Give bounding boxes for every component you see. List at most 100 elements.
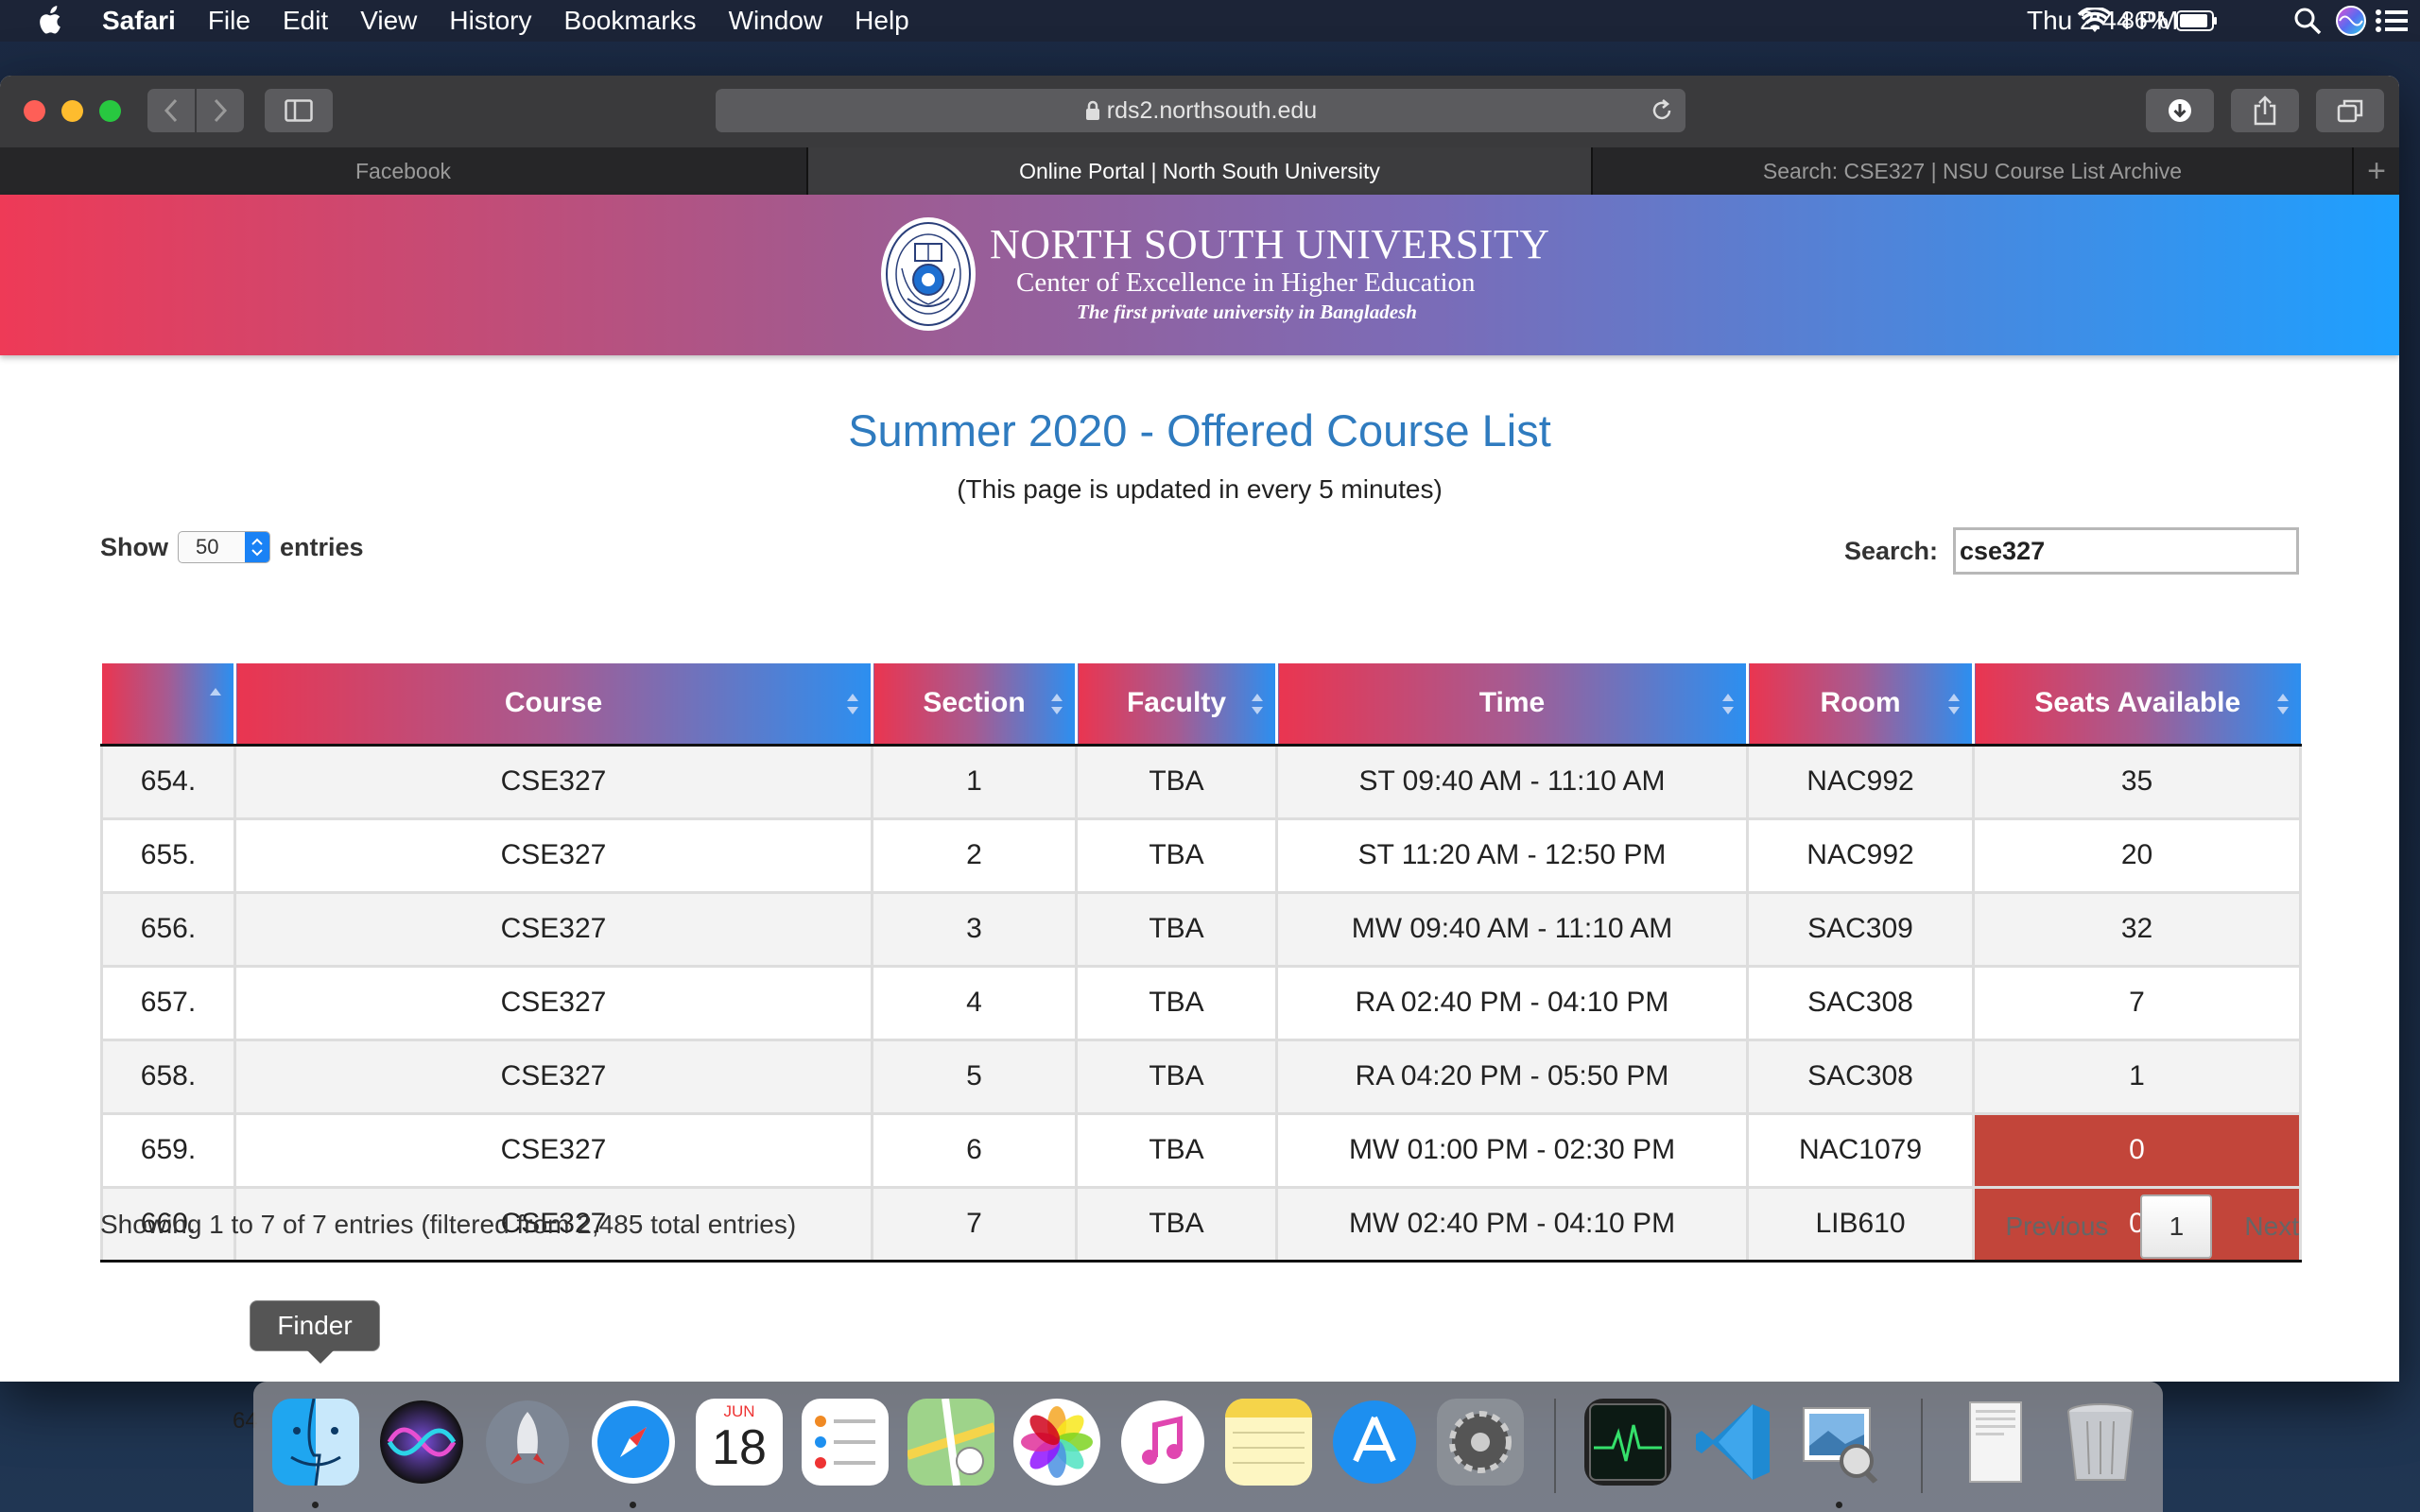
- sort-icon: [1722, 694, 1734, 714]
- preview-icon[interactable]: [1796, 1399, 1883, 1486]
- chevron-left-icon: [164, 98, 178, 123]
- reminders-icon[interactable]: [802, 1399, 889, 1486]
- table-search: Search:: [1844, 527, 2299, 575]
- trash-icon[interactable]: [2057, 1399, 2144, 1486]
- tab-facebook[interactable]: Facebook: [0, 147, 808, 195]
- tab-course-archive[interactable]: Search: CSE327 | NSU Course List Archive: [1593, 147, 2354, 195]
- section-cell: 5: [872, 1040, 1078, 1115]
- room-cell: NAC992: [1747, 818, 1975, 894]
- finder-icon[interactable]: [272, 1399, 359, 1486]
- page-number-button[interactable]: 1: [2140, 1194, 2213, 1259]
- faculty-cell: TBA: [1076, 1187, 1278, 1263]
- minimize-window-button[interactable]: [61, 100, 83, 122]
- address-bar[interactable]: rds2.northsouth.edu: [716, 89, 1685, 132]
- seats-cell: 32: [1973, 892, 2302, 968]
- search-input[interactable]: [1953, 527, 2299, 575]
- time-cell: ST 09:40 AM - 11:10 AM: [1276, 745, 1749, 820]
- row-number: 659.: [100, 1113, 236, 1189]
- column-header-index[interactable]: [101, 663, 236, 747]
- calendar-month: JUN: [723, 1402, 755, 1420]
- column-header-time[interactable]: Time: [1276, 663, 1749, 747]
- menu-window[interactable]: Window: [729, 6, 823, 36]
- menu-file[interactable]: File: [208, 6, 251, 36]
- reload-icon[interactable]: [1650, 98, 1674, 123]
- share-button[interactable]: [2231, 89, 2299, 132]
- siri-icon[interactable]: [2335, 0, 2367, 42]
- documents-stack-icon[interactable]: [1951, 1399, 2038, 1486]
- table-row: 654. CSE327 1 TBA ST 09:40 AM - 11:10 AM NAC9…: [100, 745, 2302, 820]
- table-row: 659. CSE327 6 TBA MW 01:00 PM - 02:30 PM NAC1…: [100, 1113, 2302, 1189]
- notes-icon[interactable]: [1225, 1399, 1312, 1486]
- university-wordmark: NORTH SOUTH UNIVERSITY Center of Excelle…: [990, 223, 1550, 325]
- new-tab-button[interactable]: +: [2354, 147, 2399, 195]
- sort-icon: [1948, 694, 1960, 714]
- page-subtitle: (This page is updated in every 5 minutes…: [957, 474, 1443, 504]
- tab-online-portal[interactable]: Online Portal | North South University: [808, 147, 1593, 195]
- faculty-cell: TBA: [1076, 892, 1278, 968]
- menu-bookmarks[interactable]: Bookmarks: [564, 6, 697, 36]
- previous-page-button[interactable]: Previous: [2005, 1211, 2108, 1242]
- notification-center-icon[interactable]: [2375, 0, 2409, 42]
- entries-select-value: 50: [196, 535, 219, 558]
- column-header-section[interactable]: Section: [872, 663, 1078, 747]
- course-cell: CSE327: [234, 818, 873, 894]
- faculty-cell: TBA: [1076, 818, 1278, 894]
- row-number: 656.: [100, 892, 236, 968]
- close-window-button[interactable]: [24, 100, 45, 122]
- apple-logo-icon[interactable]: [36, 6, 64, 36]
- time-cell: MW 02:40 PM - 04:10 PM: [1276, 1187, 1749, 1263]
- clock-text[interactable]: Thu 2:44 PM: [2027, 0, 2216, 42]
- section-cell: 7: [872, 1187, 1078, 1263]
- safari-window: rds2.northsouth.edu Facebook Online Port…: [0, 76, 2399, 1382]
- entries-select[interactable]: 50: [178, 531, 270, 563]
- calendar-icon[interactable]: JUN 18: [696, 1399, 783, 1486]
- column-header-course[interactable]: Course: [234, 663, 873, 747]
- university-tagline: Center of Excellence in Higher Education: [1016, 267, 1476, 298]
- tab-overview-button[interactable]: [2316, 89, 2384, 132]
- photos-icon[interactable]: [1013, 1399, 1100, 1486]
- table-info: Showing 1 to 7 of 7 entries (filtered fr…: [100, 1210, 797, 1239]
- zoom-window-button[interactable]: [99, 100, 121, 122]
- sort-icon: [847, 694, 858, 714]
- menu-view[interactable]: View: [360, 6, 417, 36]
- column-header-faculty[interactable]: Faculty: [1076, 663, 1278, 747]
- table-row: 656. CSE327 3 TBA MW 09:40 AM - 11:10 AM SAC3…: [100, 892, 2302, 968]
- maps-icon[interactable]: [908, 1399, 994, 1486]
- column-header-room[interactable]: Room: [1747, 663, 1975, 747]
- itunes-icon[interactable]: [1119, 1399, 1206, 1486]
- siri-app-icon[interactable]: [378, 1399, 465, 1486]
- safari-running-indicator: [630, 1502, 636, 1508]
- vscode-icon[interactable]: [1690, 1399, 1777, 1486]
- browser-toolbar: rds2.northsouth.edu: [0, 76, 2399, 147]
- sidebar-toggle-button[interactable]: [265, 89, 333, 132]
- menu-app-name[interactable]: Safari: [102, 6, 176, 36]
- menu-edit[interactable]: Edit: [283, 6, 328, 36]
- column-header-seats[interactable]: Seats Available: [1973, 663, 2301, 747]
- sidebar-icon: [285, 99, 313, 122]
- safari-app-icon[interactable]: [590, 1399, 677, 1486]
- show-label: Show: [100, 532, 168, 561]
- forward-button[interactable]: [197, 89, 244, 132]
- sort-asc-icon: [210, 688, 221, 696]
- menu-help[interactable]: Help: [855, 6, 909, 36]
- table-row: 657. CSE327 4 TBA RA 02:40 PM - 04:10 PM SAC3…: [100, 966, 2302, 1041]
- app-store-icon[interactable]: [1331, 1399, 1418, 1486]
- launchpad-icon[interactable]: [484, 1399, 571, 1486]
- faculty-cell: TBA: [1076, 966, 1278, 1041]
- system-preferences-icon[interactable]: [1437, 1399, 1524, 1486]
- tab-bar: Facebook Online Portal | North South Uni…: [0, 147, 2399, 195]
- university-name: NORTH SOUTH UNIVERSITY: [990, 221, 1550, 267]
- back-button[interactable]: [147, 89, 195, 132]
- downloads-button[interactable]: [2146, 89, 2214, 132]
- course-cell: CSE327: [234, 745, 873, 820]
- activity-monitor-icon[interactable]: [1584, 1399, 1671, 1486]
- room-cell: SAC308: [1747, 966, 1975, 1041]
- menu-history[interactable]: History: [449, 6, 531, 36]
- spotlight-search-icon[interactable]: [2293, 0, 2322, 42]
- pagination: Previous 1 Next: [2005, 1194, 2299, 1259]
- room-cell: LIB610: [1747, 1187, 1975, 1263]
- course-cell: CSE327: [234, 966, 873, 1041]
- next-page-button[interactable]: Next: [2244, 1211, 2299, 1242]
- university-seal-logo[interactable]: [879, 215, 977, 333]
- row-number: 657.: [100, 966, 236, 1041]
